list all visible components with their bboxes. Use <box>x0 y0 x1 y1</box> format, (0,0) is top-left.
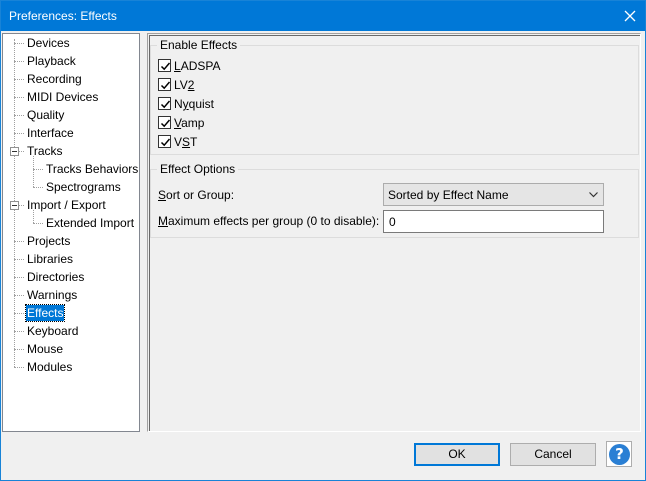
tree-item-recording[interactable]: Recording <box>26 71 83 87</box>
checkmark-icon <box>160 138 171 147</box>
sort-or-group-value: Sorted by Effect Name <box>388 188 509 202</box>
checkbox-ladspa-label: LADSPA <box>174 59 221 73</box>
tree-item-interface[interactable]: Interface <box>26 125 75 141</box>
tree-item-tracks[interactable]: Tracks <box>26 143 64 159</box>
checkbox-nyquist[interactable]: Nyquist <box>158 96 238 112</box>
tree-item-devices[interactable]: Devices <box>26 35 71 51</box>
checkbox-lv2[interactable]: LV2 <box>158 77 238 93</box>
checkbox-vst[interactable]: VST <box>158 134 238 150</box>
sort-or-group-dropdown[interactable]: Sorted by Effect Name <box>383 183 604 206</box>
help-button[interactable]: ? <box>606 441 632 467</box>
checkbox-vamp-box[interactable] <box>158 116 171 129</box>
tree-item-mouse[interactable]: Mouse <box>26 341 64 357</box>
max-effects-value: 0 <box>389 215 396 229</box>
max-effects-input[interactable]: 0 <box>383 210 604 233</box>
checkbox-lv2-box[interactable] <box>158 78 171 91</box>
collapse-icon[interactable] <box>10 147 19 156</box>
tree-item-midi-devices[interactable]: MIDI Devices <box>26 89 99 105</box>
tree-item-import-export[interactable]: Import / Export <box>26 197 107 213</box>
sort-or-group-label: Sort or Group: <box>158 188 235 202</box>
help-icon: ? <box>609 444 630 465</box>
checkmark-icon <box>160 100 171 109</box>
effect-options-title: Effect Options <box>157 162 239 176</box>
checkbox-lv2-label: LV2 <box>174 78 195 92</box>
tree-item-spectrograms[interactable]: Spectrograms <box>45 179 122 195</box>
cancel-button[interactable]: Cancel <box>510 443 596 466</box>
checkbox-vst-label: VST <box>174 135 198 149</box>
collapse-icon[interactable] <box>10 201 19 210</box>
tree-item-tracks-behaviors[interactable]: Tracks Behaviors <box>45 161 139 177</box>
tree-item-playback[interactable]: Playback <box>26 53 77 69</box>
preferences-tree[interactable]: Devices Playback Recording MIDI Devices Qual… <box>2 33 140 432</box>
close-button[interactable] <box>615 1 645 31</box>
checkbox-ladspa-box[interactable] <box>158 59 171 72</box>
tree-item-libraries[interactable]: Libraries <box>26 251 74 267</box>
tree-item-quality[interactable]: Quality <box>26 107 65 123</box>
checkbox-nyquist-box[interactable] <box>158 97 171 110</box>
ok-button[interactable]: OK <box>414 443 500 466</box>
checkbox-ladspa[interactable]: LADSPA <box>158 58 238 74</box>
checkbox-vamp[interactable]: Vamp <box>158 115 238 131</box>
enable-effects-title: Enable Effects <box>157 38 241 52</box>
tree-item-projects[interactable]: Projects <box>26 233 71 249</box>
tree-item-effects[interactable]: Effects <box>24 304 66 322</box>
window-title: Preferences: Effects <box>9 9 117 23</box>
checkbox-vamp-label: Vamp <box>174 116 205 130</box>
checkmark-icon <box>160 119 171 128</box>
checkbox-nyquist-label: Nyquist <box>174 97 215 111</box>
checkmark-icon <box>160 62 171 71</box>
tree-item-extended-import[interactable]: Extended Import <box>45 215 135 231</box>
max-effects-label: Maximum effects per group (0 to disable)… <box>158 214 380 228</box>
checkmark-icon <box>160 81 171 90</box>
tree-item-warnings[interactable]: Warnings <box>26 287 78 303</box>
tree-item-directories[interactable]: Directories <box>26 269 85 285</box>
chevron-down-icon <box>589 192 598 198</box>
checkbox-vst-box[interactable] <box>158 135 171 148</box>
close-icon <box>624 10 636 22</box>
title-bar: Preferences: Effects <box>1 1 645 31</box>
tree-item-keyboard[interactable]: Keyboard <box>26 323 79 339</box>
tree-item-modules[interactable]: Modules <box>26 359 73 375</box>
